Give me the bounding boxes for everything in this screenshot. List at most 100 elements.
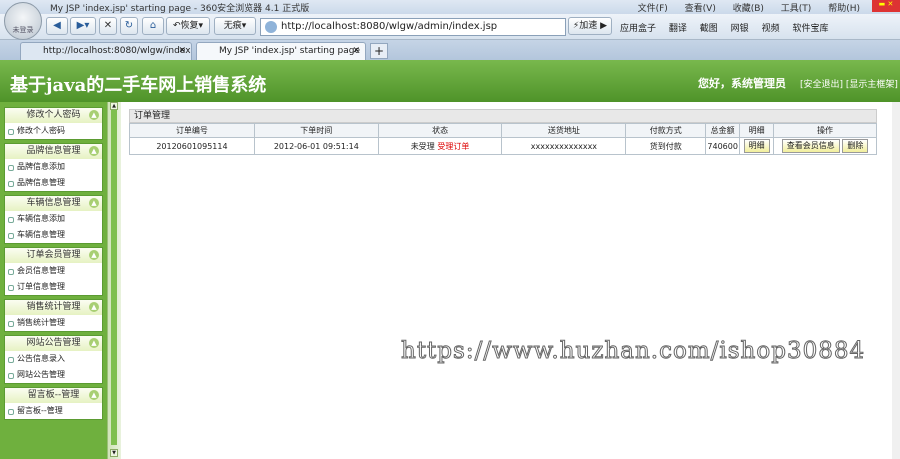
actions-cell: 查看会员信息 删除 xyxy=(773,137,877,155)
screenshot-button[interactable]: 截图 xyxy=(700,24,718,34)
sidebar-group-header[interactable]: 留言板--管理 ▲ xyxy=(5,388,102,403)
order-total: 740600 xyxy=(705,137,741,155)
chevron-up-icon[interactable]: ▲ xyxy=(89,198,99,208)
order-status-cell: 未受理 受理订单 xyxy=(377,137,503,155)
tab-label: My JSP 'index.jsp' starting page xyxy=(219,46,361,56)
sidebar-group-header[interactable]: 品牌信息管理 ▲ xyxy=(5,144,102,159)
restore-button[interactable]: ↶恢复▾ xyxy=(166,17,210,35)
chevron-up-icon[interactable]: ▲ xyxy=(89,110,99,120)
sidebar-item-change-password[interactable]: 修改个人密码 xyxy=(5,123,102,139)
column-header: 订单编号 xyxy=(129,123,255,138)
avatar-label: 未登录 xyxy=(12,26,34,34)
sidebar-group-brand: 品牌信息管理 ▲ 品牌信息添加 品牌信息管理 xyxy=(4,143,103,192)
view-member-button[interactable]: 查看会员信息 xyxy=(781,139,840,153)
sidebar-group-vehicle: 车辆信息管理 ▲ 车辆信息添加 车辆信息管理 xyxy=(4,195,103,244)
sidebar-group-header[interactable]: 订单会员管理 ▲ xyxy=(5,248,102,263)
address-bar[interactable]: http://localhost:8080/wlgw/admin/index.j… xyxy=(260,18,566,36)
browser-toolbar: ◀ ▶▾ ✕ ↻ ⌂ ↶恢复▾ 无痕▾ http://localhost:808… xyxy=(0,14,900,40)
chevron-up-icon[interactable]: ▲ xyxy=(89,390,99,400)
header-links: [安全退出] [显示主框架] xyxy=(800,77,898,90)
menu-favorites[interactable]: 收藏(B) xyxy=(733,4,764,14)
app-header: 基于java的二手车网上销售系统 您好，系统管理员 [安全退出] [显示主框架] xyxy=(0,60,900,102)
column-header: 总金额 xyxy=(705,123,741,138)
column-header: 付款方式 xyxy=(625,123,707,138)
show-frame-link[interactable]: [显示主框架] xyxy=(846,80,898,90)
window-controls[interactable]: ▬ ✕ xyxy=(872,0,900,12)
sidebar-item-brand-add[interactable]: 品牌信息添加 xyxy=(5,159,102,175)
tab-index[interactable]: http://localhost:8080/wlgw/index ✕ xyxy=(20,42,192,60)
chevron-up-icon[interactable]: ▲ xyxy=(89,338,99,348)
sidebar-item-brand-manage[interactable]: 品牌信息管理 xyxy=(5,175,102,191)
order-time: 2012-06-01 09:51:14 xyxy=(253,137,379,155)
menu-view[interactable]: 查看(V) xyxy=(685,4,716,14)
stop-icon[interactable]: ✕ xyxy=(99,17,117,35)
sidebar: 修改个人密码 ▲ 修改个人密码 品牌信息管理 ▲ 品牌信息添加 品牌信息管理 车辆信… xyxy=(0,102,107,459)
app-title: 基于java的二手车网上销售系统 xyxy=(10,75,267,96)
forward-arrow-icon[interactable]: ▶▾ xyxy=(70,17,96,35)
accept-order-link[interactable]: 受理订单 xyxy=(437,142,469,151)
toolbar-extensions: 应用盒子 翻译 截图 网银 视频 软件宝库 xyxy=(620,21,838,34)
sidebar-item-sales-stats[interactable]: 销售统计管理 xyxy=(5,315,102,331)
home-icon[interactable]: ⌂ xyxy=(142,17,164,35)
globe-icon xyxy=(265,21,277,33)
close-icon[interactable]: ✕ xyxy=(178,43,186,59)
table-header-row: 订单编号 下单时间 状态 送货地址 付款方式 总金额 明细 操作 xyxy=(129,123,877,138)
tab-strip: http://localhost:8080/wlgw/index ✕ My JS… xyxy=(0,40,900,60)
table-row: 20120601095114 2012-06-01 09:51:14 未受理 受… xyxy=(129,137,877,155)
sidebar-group-header[interactable]: 网站公告管理 ▲ xyxy=(5,336,102,351)
logout-link[interactable]: [安全退出] xyxy=(800,80,843,90)
chevron-down-icon[interactable]: ▼ xyxy=(110,449,118,457)
sidebar-group-header[interactable]: 修改个人密码 ▲ xyxy=(5,108,102,123)
column-header: 明细 xyxy=(739,123,775,138)
menu-help[interactable]: 帮助(H) xyxy=(828,4,860,14)
new-tab-button[interactable]: + xyxy=(370,43,388,59)
video-button[interactable]: 视频 xyxy=(762,24,780,34)
sidebar-item-notice-add[interactable]: 公告信息录入 xyxy=(5,351,102,367)
app-box-button[interactable]: 应用盒子 xyxy=(620,24,656,34)
translate-button[interactable]: 翻译 xyxy=(669,24,687,34)
delete-button[interactable]: 删除 xyxy=(842,139,869,153)
chevron-up-icon[interactable]: ▲ xyxy=(89,146,99,156)
order-status: 未受理 xyxy=(410,141,435,151)
close-icon[interactable]: ✕ xyxy=(352,43,360,59)
column-header: 下单时间 xyxy=(253,123,379,138)
tab-admin-index[interactable]: My JSP 'index.jsp' starting page ✕ xyxy=(196,42,366,60)
sidebar-group-password: 修改个人密码 ▲ 修改个人密码 xyxy=(4,107,103,140)
browser-title-bar: My JSP 'index.jsp' starting page - 360安全… xyxy=(0,0,900,14)
orders-table: 订单编号 下单时间 状态 送货地址 付款方式 总金额 明细 操作 2012060… xyxy=(129,123,877,155)
payment-method: 货到付款 xyxy=(625,137,707,155)
splitter-grip[interactable] xyxy=(111,110,117,445)
browser-menu-bar: 文件(F) 查看(V) 收藏(B) 工具(T) 帮助(H) xyxy=(624,1,860,14)
sidebar-group-header[interactable]: 车辆信息管理 ▲ xyxy=(5,196,102,211)
watermark: https://www.huzhan.com/ishop30884 xyxy=(400,338,866,365)
refresh-icon[interactable]: ↻ xyxy=(120,17,138,35)
window-title: My JSP 'index.jsp' starting page - 360安全… xyxy=(50,4,310,14)
chevron-up-icon[interactable]: ▲ xyxy=(110,102,118,110)
column-header: 操作 xyxy=(773,123,877,138)
accelerate-button[interactable]: ⚡加速 ▶ xyxy=(568,17,612,35)
sidebar-group-sales: 销售统计管理 ▲ 销售统计管理 xyxy=(4,299,103,332)
sidebar-item-order-manage[interactable]: 订单信息管理 xyxy=(5,279,102,295)
menu-file[interactable]: 文件(F) xyxy=(638,4,668,14)
sidebar-item-notice-manage[interactable]: 网站公告管理 xyxy=(5,367,102,383)
chevron-up-icon[interactable]: ▲ xyxy=(89,302,99,312)
sidebar-item-guestbook-manage[interactable]: 留言板--管理 xyxy=(5,403,102,419)
sidebar-item-vehicle-add[interactable]: 车辆信息添加 xyxy=(5,211,102,227)
frame-splitter[interactable]: ▲ ▼ xyxy=(107,102,121,459)
no-trace-button[interactable]: 无痕▾ xyxy=(214,17,256,35)
chevron-up-icon[interactable]: ▲ xyxy=(89,250,99,260)
address-text: http://localhost:8080/wlgw/admin/index.j… xyxy=(281,21,498,32)
avatar[interactable]: 未登录 xyxy=(4,2,42,40)
sidebar-group-orders-members: 订单会员管理 ▲ 会员信息管理 订单信息管理 xyxy=(4,247,103,296)
sidebar-item-vehicle-manage[interactable]: 车辆信息管理 xyxy=(5,227,102,243)
back-arrow-icon[interactable]: ◀ xyxy=(46,17,68,35)
sidebar-item-member-manage[interactable]: 会员信息管理 xyxy=(5,263,102,279)
scrollbar[interactable] xyxy=(892,102,900,459)
column-header: 状态 xyxy=(377,123,503,138)
software-store-button[interactable]: 软件宝库 xyxy=(792,24,828,34)
greeting: 您好，系统管理员 xyxy=(698,77,786,90)
detail-button[interactable]: 明细 xyxy=(743,139,770,153)
menu-tools[interactable]: 工具(T) xyxy=(781,4,812,14)
sidebar-group-header[interactable]: 销售统计管理 ▲ xyxy=(5,300,102,315)
online-bank-button[interactable]: 网银 xyxy=(731,24,749,34)
